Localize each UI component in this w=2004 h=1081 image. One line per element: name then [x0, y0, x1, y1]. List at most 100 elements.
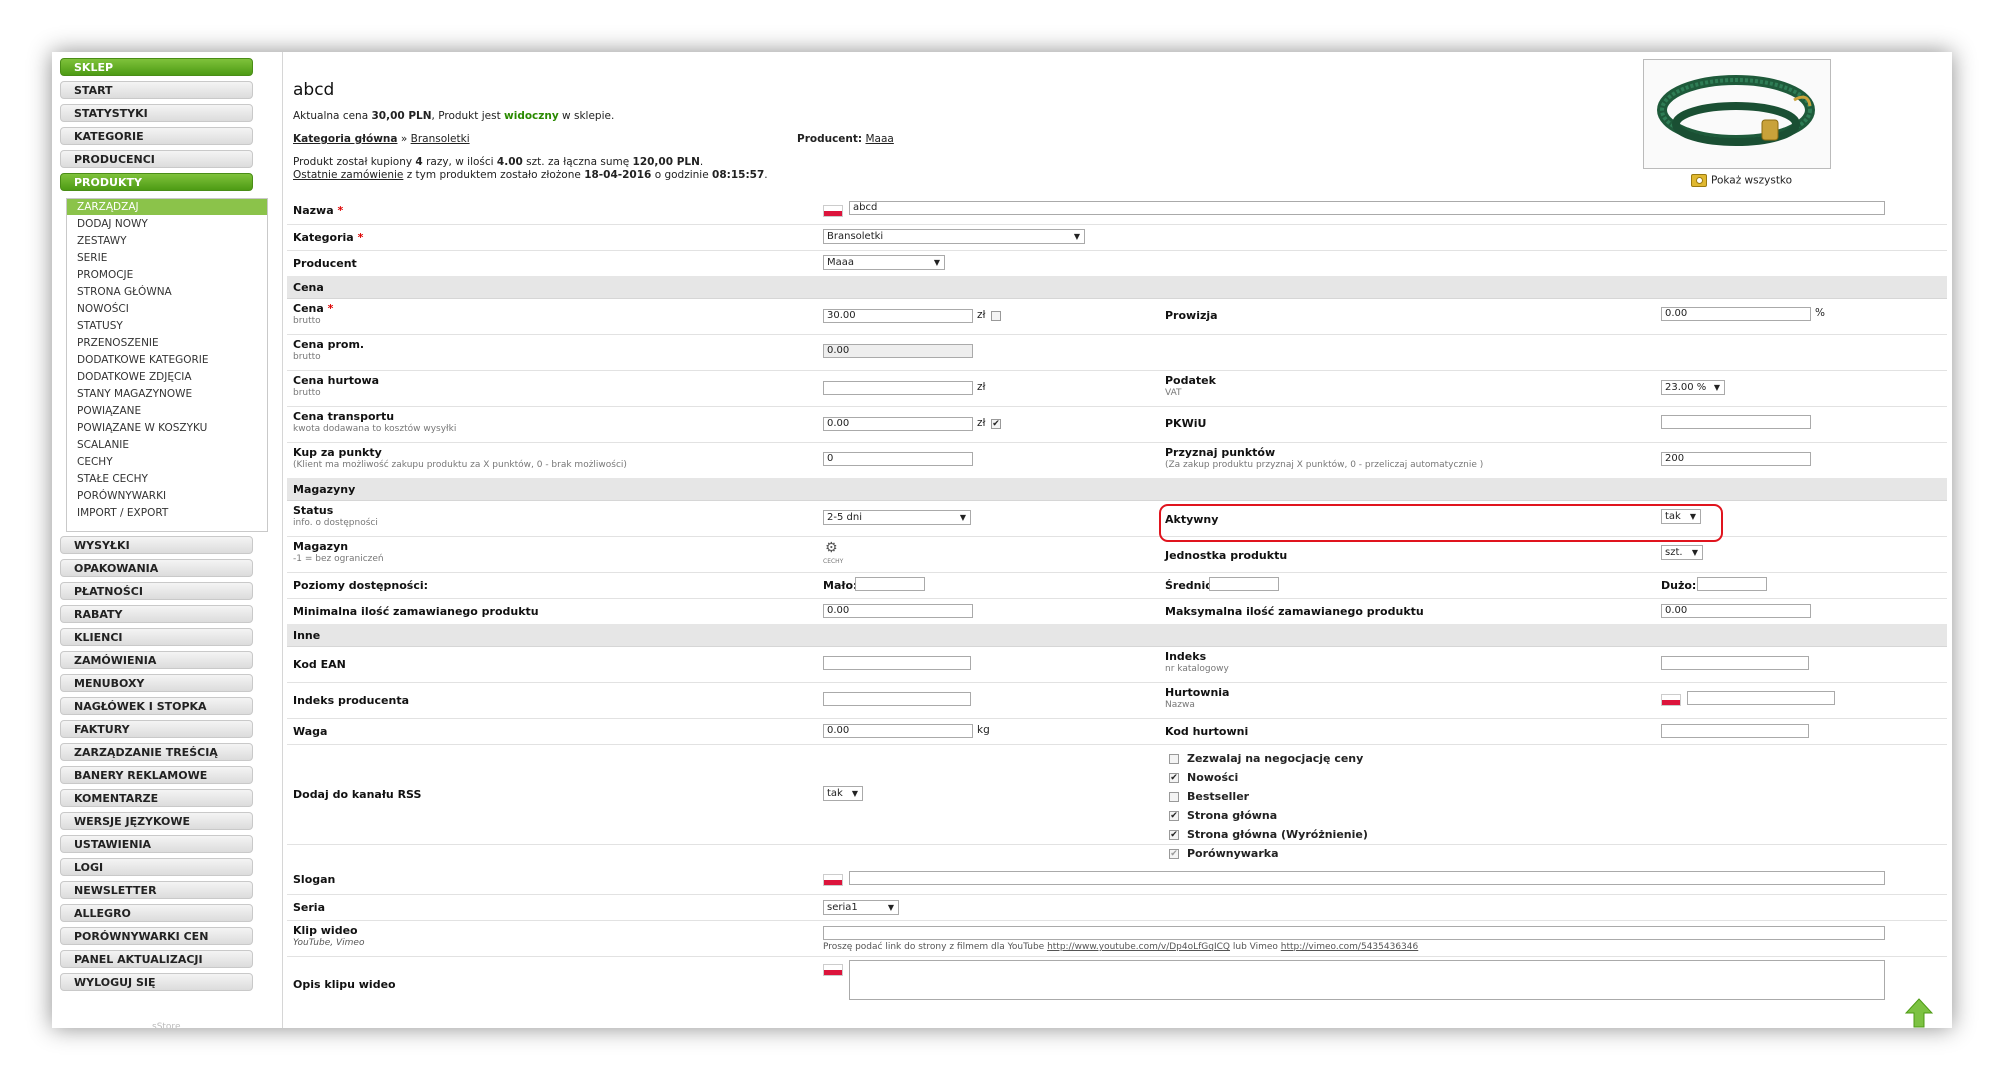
price-checkbox[interactable]	[991, 311, 1001, 321]
name-input[interactable]	[849, 201, 1885, 215]
sidebar-item-wysylki[interactable]: WYSYŁKI	[60, 536, 253, 554]
series-select[interactable]: seria1	[823, 900, 899, 915]
sidebar-item-menuboxy[interactable]: MENUBOXY	[60, 674, 253, 692]
sidebar-item-rabaty[interactable]: RABATY	[60, 605, 253, 623]
sidebar-item-wyloguj[interactable]: WYLOGUJ SIĘ	[60, 973, 253, 991]
transport-checkbox[interactable]: ✔	[991, 419, 1001, 429]
max-qty-input[interactable]	[1661, 604, 1811, 618]
submenu-item[interactable]: POWIĄZANE	[67, 403, 267, 419]
price-input[interactable]	[823, 309, 973, 323]
submenu-item[interactable]: POWIĄZANE W KOSZYKU	[67, 420, 267, 436]
submenu-item[interactable]: ZESTAWY	[67, 233, 267, 249]
gear-icon[interactable]: ⚙	[825, 541, 838, 555]
sidebar-item-ustawienia[interactable]: USTAWIENIA	[60, 835, 253, 853]
ean-input[interactable]	[823, 656, 971, 670]
sidebar-item-aktualizacje[interactable]: PANEL AKTUALIZACJI	[60, 950, 253, 968]
low-input[interactable]	[855, 577, 925, 591]
video-input[interactable]	[823, 926, 1885, 940]
grant-points-label: Przyznaj punktów	[1165, 446, 1276, 459]
unit-select[interactable]: szt.	[1661, 545, 1703, 560]
buy-points-input[interactable]	[823, 452, 973, 466]
bestseller-checkbox[interactable]	[1169, 792, 1179, 802]
sidebar-item-allegro[interactable]: ALLEGRO	[60, 904, 253, 922]
vimeo-example-link[interactable]: http://vimeo.com/5435436346	[1281, 942, 1418, 952]
youtube-example-link[interactable]: http://www.youtube.com/v/Dp4oLfGqICQ	[1047, 942, 1230, 952]
submenu-item[interactable]: SCALANIE	[67, 437, 267, 453]
submenu-item[interactable]: PROMOCJE	[67, 267, 267, 283]
video-desc-textarea[interactable]	[849, 960, 1885, 1000]
weight-label: Waga	[293, 725, 328, 738]
high-input[interactable]	[1697, 577, 1767, 591]
scroll-to-top-icon[interactable]	[1905, 998, 1933, 1028]
sidebar-item-opakowania[interactable]: OPAKOWANIA	[60, 559, 253, 577]
pkwiu-input[interactable]	[1661, 415, 1811, 429]
submenu-item[interactable]: IMPORT / EXPORT	[67, 505, 267, 521]
status-label: Status	[293, 504, 334, 517]
app-window: SKLEP START STATYSTYKI KATEGORIE PRODUCE…	[52, 52, 1952, 1028]
rss-select[interactable]: tak	[823, 786, 863, 801]
submenu-item[interactable]: DODATKOWE KATEGORIE	[67, 352, 267, 368]
sidebar-item-newsletter[interactable]: NEWSLETTER	[60, 881, 253, 899]
producer-select[interactable]: Maaa	[823, 255, 945, 270]
sidebar-item-banery[interactable]: BANERY REKLAMOWE	[60, 766, 253, 784]
index-input[interactable]	[1661, 656, 1809, 670]
transport-label: Cena transportu	[293, 410, 395, 423]
sidebar-item-wersje[interactable]: WERSJE JĘZYKOWE	[60, 812, 253, 830]
sidebar-item-naglowek[interactable]: NAGŁÓWEK I STOPKA	[60, 697, 253, 715]
weight-input[interactable]	[823, 724, 973, 738]
submenu-item[interactable]: STATUSY	[67, 318, 267, 334]
submenu-item[interactable]: PORÓWNYWARKI	[67, 488, 267, 504]
last-order-link[interactable]: Ostatnie zamówienie	[293, 169, 403, 181]
sidebar-item-kategorie[interactable]: KATEGORIE	[60, 127, 253, 145]
submenu-item[interactable]: STANY MAGAZYNOWE	[67, 386, 267, 402]
submenu-item[interactable]: ZARZĄDZAJ	[67, 199, 267, 215]
commission-input[interactable]	[1661, 307, 1811, 321]
category-link[interactable]: Bransoletki	[411, 133, 470, 145]
submenu-item[interactable]: DODAJ NOWY	[67, 216, 267, 232]
sidebar-item-platnosci[interactable]: PŁATNOŚCI	[60, 582, 253, 600]
submenu-item[interactable]: PRZENOSZENIE	[67, 335, 267, 351]
camera-icon	[1691, 174, 1707, 187]
submenu-item[interactable]: NOWOŚCI	[67, 301, 267, 317]
submenu-item[interactable]: STAŁE CECHY	[67, 471, 267, 487]
mid-input[interactable]	[1209, 577, 1279, 591]
sidebar-item-statystyki[interactable]: STATYSTYKI	[60, 104, 253, 122]
sidebar-item-zamowienia[interactable]: ZAMÓWIENIA	[60, 651, 253, 669]
comparison-checkbox[interactable]: ✔	[1169, 849, 1179, 859]
sidebar-item-komentarze[interactable]: KOMENTARZE	[60, 789, 253, 807]
submenu-item[interactable]: STRONA GŁÓWNA	[67, 284, 267, 300]
main-category-link[interactable]: Kategoria główna	[293, 133, 398, 145]
wholesaler-input[interactable]	[1687, 691, 1835, 705]
slogan-label: Slogan	[293, 873, 336, 886]
tax-select[interactable]: 23.00 %	[1661, 380, 1725, 395]
sidebar-item-faktury[interactable]: FAKTURY	[60, 720, 253, 738]
submenu-item[interactable]: DODATKOWE ZDJĘCIA	[67, 369, 267, 385]
sidebar-item-producenci[interactable]: PRODUCENCI	[60, 150, 253, 168]
status-select[interactable]: 2-5 dni	[823, 510, 971, 525]
submenu-item[interactable]: SERIE	[67, 250, 267, 266]
homepage-featured-checkbox[interactable]: ✔	[1169, 830, 1179, 840]
min-qty-input[interactable]	[823, 604, 973, 618]
producer-index-input[interactable]	[823, 692, 971, 706]
sidebar-item-produkty[interactable]: PRODUKTY	[60, 173, 253, 191]
sidebar-item-logi[interactable]: LOGI	[60, 858, 253, 876]
wholesale-price-input[interactable]	[823, 381, 973, 395]
show-all-link[interactable]: Pokaż wszystko	[1691, 174, 1792, 187]
grant-points-input[interactable]	[1661, 452, 1811, 466]
sidebar-item-sklep[interactable]: SKLEP	[60, 58, 253, 76]
submenu-item[interactable]: CECHY	[67, 454, 267, 470]
product-image[interactable]	[1643, 59, 1831, 169]
sidebar-item-klienci[interactable]: KLIENCI	[60, 628, 253, 646]
homepage-checkbox[interactable]: ✔	[1169, 811, 1179, 821]
category-select[interactable]: Bransoletki	[823, 229, 1085, 244]
news-checkbox[interactable]: ✔	[1169, 773, 1179, 783]
promo-price-input[interactable]	[823, 344, 973, 358]
sidebar-item-porownywarki[interactable]: PORÓWNYWARKI CEN	[60, 927, 253, 945]
slogan-input[interactable]	[849, 871, 1885, 885]
sidebar-item-tresc[interactable]: ZARZĄDZANIE TREŚCIĄ	[60, 743, 253, 761]
sidebar-item-start[interactable]: START	[60, 81, 253, 99]
producer-link[interactable]: Maaa	[865, 133, 893, 145]
negotiation-checkbox[interactable]	[1169, 754, 1179, 764]
wholesaler-code-input[interactable]	[1661, 724, 1809, 738]
transport-price-input[interactable]	[823, 417, 973, 431]
